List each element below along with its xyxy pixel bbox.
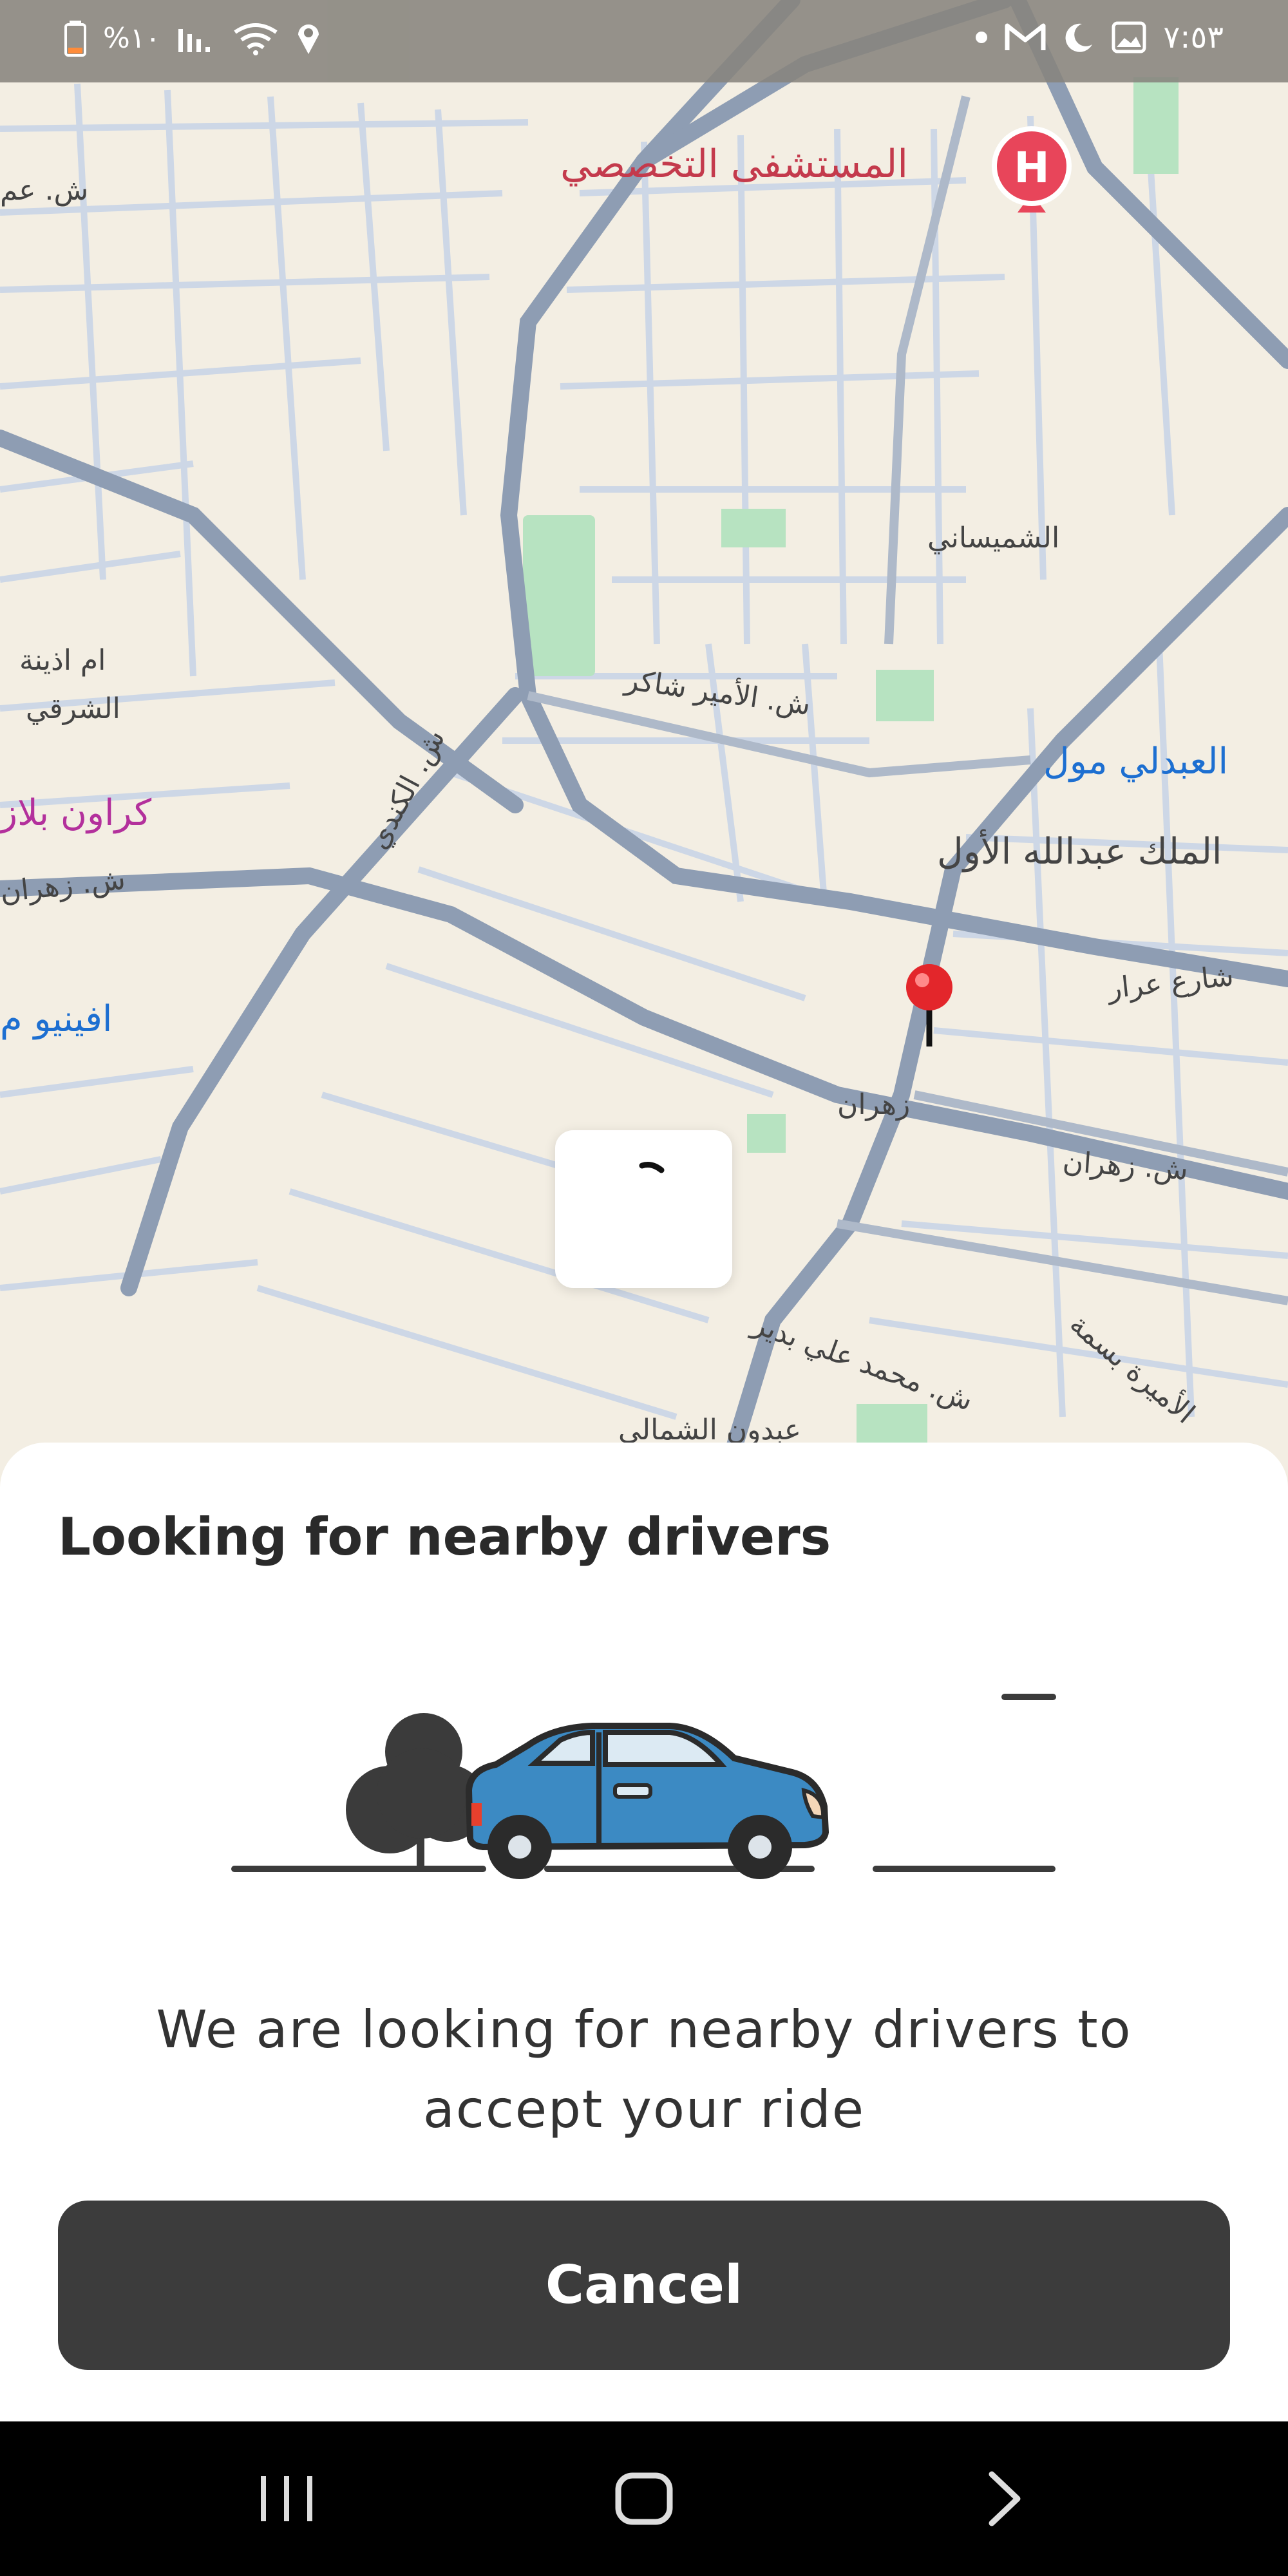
notification-dot-icon (976, 32, 988, 43)
status-bar: %١٠ ٧:٥٣ (0, 0, 1288, 82)
sheet-title: Looking for nearby drivers (58, 1507, 831, 1567)
map-label-king-abdullah: الملك عبدالله الأول (937, 831, 1222, 873)
gmail-icon (1005, 23, 1046, 50)
bottom-sheet: Looking for nearby drivers We are lookin… (0, 1443, 1288, 2421)
map-label-street: ش. عم (0, 174, 89, 207)
map-label-avenue-mall[interactable]: افينيو م (0, 998, 112, 1040)
loading-indicator-card (555, 1130, 732, 1288)
map-label-umm-uthaina-1: ام اذينة (19, 644, 106, 677)
searching-illustration (225, 1668, 1063, 1926)
map-label-hospital[interactable]: المستشفى التخصصي (560, 142, 908, 187)
loading-spinner-icon (639, 1162, 665, 1173)
signal-icon (178, 29, 211, 52)
back-icon[interactable] (966, 2467, 1043, 2531)
svg-text:H: H (1014, 143, 1049, 193)
map-label-abdali-mall[interactable]: العبدلي مول (1043, 741, 1228, 782)
cancel-button[interactable]: Cancel (58, 2201, 1230, 2370)
home-icon[interactable] (605, 2467, 683, 2531)
map-label-umm-uthaina-2: الشرقي (26, 692, 120, 725)
navigation-bar (0, 2421, 1288, 2576)
wifi-icon (234, 23, 278, 55)
battery-icon (64, 21, 86, 57)
recent-apps-icon[interactable] (248, 2467, 325, 2531)
moon-icon (1066, 23, 1093, 52)
clock-time: ٧:٥٣ (1163, 19, 1224, 55)
map-label-crowne-plaza[interactable]: كراون بلاز (0, 792, 151, 834)
map-label-zahran-center: زهران (837, 1088, 911, 1121)
map-label-shmeisani: الشميساني (927, 522, 1060, 554)
tree-icon (346, 1713, 486, 1868)
map-view[interactable]: H المستشفى التخصصي ش. عم الشميساني ام اذ… (0, 0, 1288, 1477)
map-label-abdoun: عبدون الشمالي (618, 1414, 801, 1446)
battery-percent: %١٠ (103, 21, 161, 55)
searching-message: We are looking for nearby drivers to acc… (156, 2000, 1132, 2139)
location-icon (298, 24, 319, 54)
car-illustration (465, 1723, 829, 1879)
gallery-icon (1112, 21, 1146, 53)
